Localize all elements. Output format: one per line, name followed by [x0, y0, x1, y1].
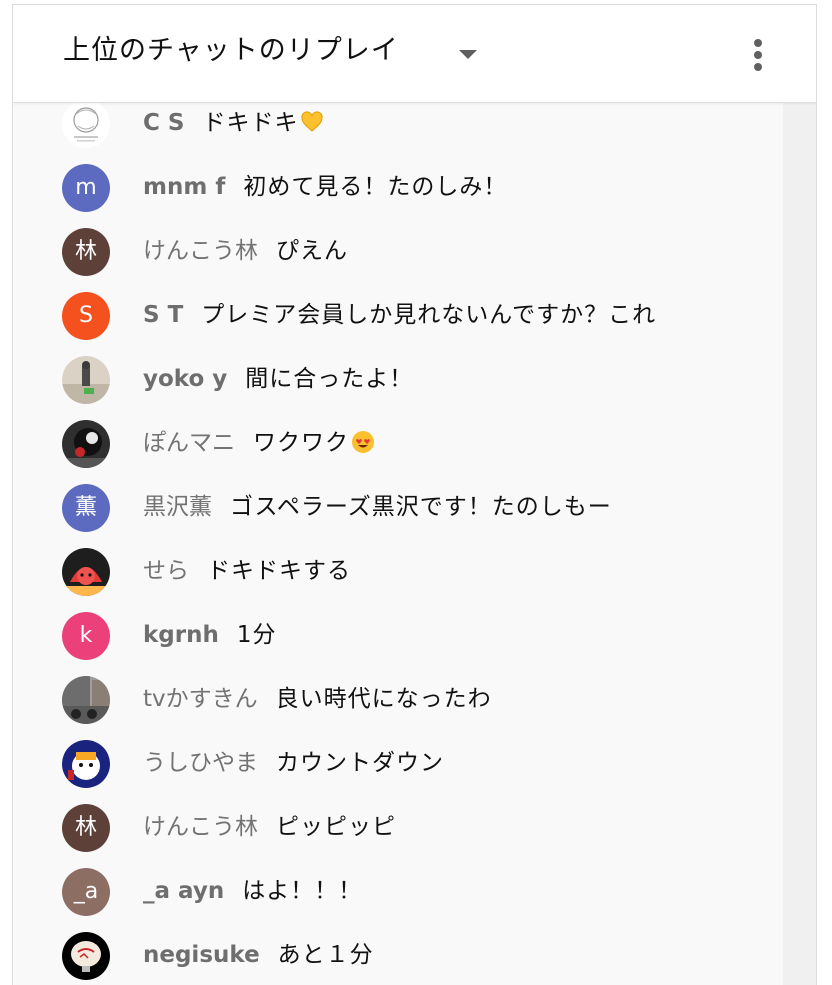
chat-message-body: ぽんマニ ワクワク	[143, 427, 375, 459]
red-character-avatar-icon[interactable]	[62, 548, 110, 596]
caret-down-icon[interactable]	[459, 50, 477, 59]
dog-photo-avatar-icon[interactable]	[62, 420, 110, 468]
message-text: 良い時代になったわ	[275, 686, 492, 712]
chat-message[interactable]: せら ドキドキする	[13, 538, 783, 602]
chat-message-body: mnm f 初めて見る！たのしみ！	[143, 171, 507, 203]
chat-message-body: _a ayn はよ！！！	[143, 875, 362, 907]
author-name[interactable]: kgrnh	[143, 622, 219, 648]
author-name[interactable]: 黒沢薫	[143, 494, 212, 520]
author-name[interactable]: うしひやま	[143, 750, 258, 776]
chat-message-body: せら ドキドキする	[143, 555, 351, 587]
scrollbar-track[interactable]	[783, 103, 816, 985]
author-name[interactable]: yoko y	[143, 366, 227, 392]
message-text: ワクワク	[253, 430, 349, 456]
chat-message-body: negisuke あと１分	[143, 939, 374, 971]
chat-message[interactable]: 林 けんこう林 ぴえん	[13, 218, 783, 282]
author-name[interactable]: ぽんマニ	[143, 430, 235, 456]
chat-message-body: けんこう林 ピッピッピ	[143, 811, 396, 843]
chat-message-body: kgrnh 1分	[143, 619, 277, 651]
message-text: プレミア会員しか見れないんですか？これ	[201, 302, 657, 328]
chat-message[interactable]: S S T プレミア会員しか見れないんですか？これ	[13, 282, 783, 346]
chat-message-body: C S ドキドキ	[143, 107, 324, 139]
chat-message-body: tvかすきん 良い時代になったわ	[143, 683, 492, 715]
author-name[interactable]: negisuke	[143, 942, 260, 968]
author-name[interactable]: mnm f	[143, 174, 225, 200]
avatar[interactable]: 薫	[62, 484, 110, 532]
message-text: 1分	[236, 622, 277, 648]
chat-message[interactable]: 薫 黒沢薫 ゴスペラーズ黒沢です！たのしもー	[13, 474, 783, 538]
message-text: 間に合ったよ！	[245, 366, 414, 392]
author-name[interactable]: S T	[143, 302, 183, 328]
author-name[interactable]: けんこう林	[143, 238, 258, 264]
avatar[interactable]: m	[62, 164, 110, 212]
message-text: ぴえん	[276, 238, 348, 264]
chat-message-body: 黒沢薫 ゴスペラーズ黒沢です！たのしもー	[143, 491, 612, 523]
chat-message[interactable]: うしひやま カウントダウン	[13, 730, 783, 794]
street-photo-avatar-icon[interactable]	[62, 676, 110, 724]
chat-panel: 上位のチャットのリプレイ C S ドキドキ m mnm f 初めて見る！たのしみ！林けん…	[12, 4, 817, 985]
author-name[interactable]: C S	[143, 110, 184, 136]
message-text: ピッピッピ	[276, 814, 396, 840]
lantern-photo-avatar-icon[interactable]	[62, 932, 110, 980]
message-text: ゴスペラーズ黒沢です！たのしもー	[230, 494, 612, 520]
message-text: 初めて見る！たのしみ！	[243, 174, 508, 200]
photo-avatar-icon[interactable]	[62, 356, 110, 404]
avatar[interactable]: 林	[62, 228, 110, 276]
chat-message-body: S T プレミア会員しか見れないんですか？これ	[143, 299, 656, 331]
chat-message[interactable]: tvかすきん 良い時代になったわ	[13, 666, 783, 730]
chat-message[interactable]: yoko y 間に合ったよ！	[13, 346, 783, 410]
author-name[interactable]: けんこう林	[143, 814, 258, 840]
message-text: あと１分	[277, 942, 374, 968]
chat-message[interactable]: 林 けんこう林 ピッピッピ	[13, 794, 783, 858]
chat-header: 上位のチャットのリプレイ	[13, 5, 816, 103]
message-text: ドキドキする	[207, 558, 351, 584]
author-name[interactable]: tvかすきん	[143, 686, 258, 712]
message-text: ドキドキ	[202, 110, 299, 136]
chat-message[interactable]: k kgrnh 1分	[13, 602, 783, 666]
chat-message-body: yoko y 間に合ったよ！	[143, 363, 413, 395]
heart-eyes-emoji-icon	[351, 430, 375, 454]
avatar[interactable]: _a	[62, 868, 110, 916]
more-vertical-icon[interactable]	[743, 35, 773, 75]
yellow-heart-icon	[300, 110, 324, 134]
avatar[interactable]: 林	[62, 804, 110, 852]
chat-message[interactable]: negisuke あと１分	[13, 922, 783, 985]
mascot-avatar-icon[interactable]	[62, 740, 110, 788]
message-text: カウントダウン	[276, 750, 444, 776]
message-text: はよ！！！	[242, 878, 363, 904]
chat-message-body: けんこう林 ぴえん	[143, 235, 348, 267]
chat-mode-title[interactable]: 上位のチャットのリプレイ	[63, 33, 399, 69]
chat-message-body: うしひやま カウントダウン	[143, 747, 444, 779]
chat-message[interactable]: m mnm f 初めて見る！たのしみ！	[13, 154, 783, 218]
avatar[interactable]: S	[62, 292, 110, 340]
author-name[interactable]: せら	[143, 558, 189, 584]
author-name[interactable]: _a ayn	[143, 878, 224, 904]
avatar[interactable]: k	[62, 612, 110, 660]
chat-message[interactable]: _a _a ayn はよ！！！	[13, 858, 783, 922]
sketch-avatar-icon[interactable]	[62, 100, 110, 148]
chat-message[interactable]: ぽんマニ ワクワク	[13, 410, 783, 474]
